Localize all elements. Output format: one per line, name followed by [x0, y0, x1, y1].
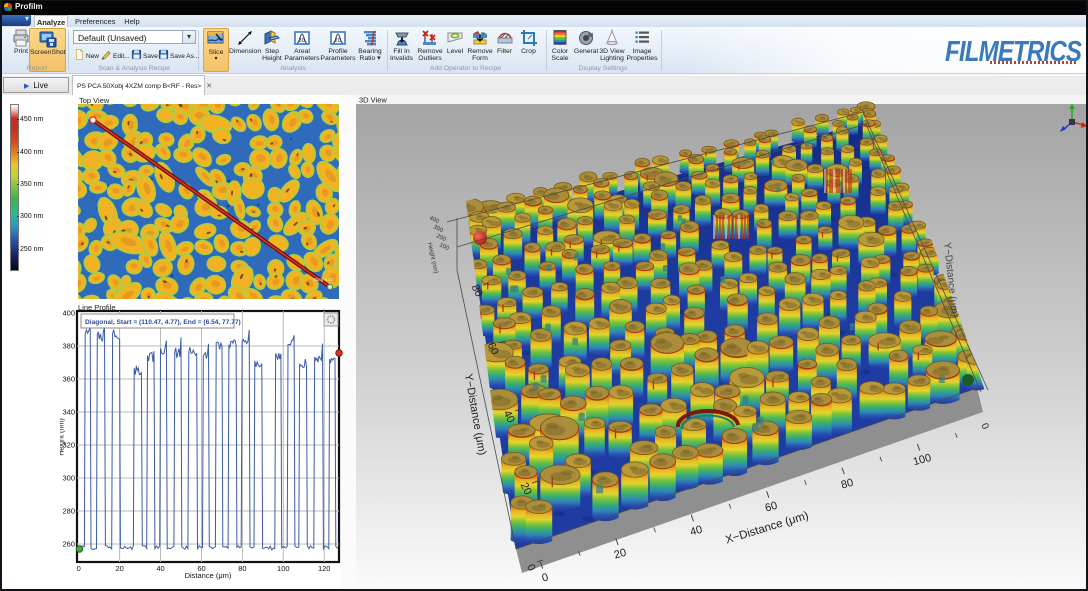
svg-text:100: 100 — [277, 564, 290, 573]
svg-text:3D: 3D — [299, 38, 306, 44]
svg-text:280: 280 — [62, 507, 75, 516]
svg-text:Diagonal, Start = (110.47, 4.7: Diagonal, Start = (110.47, 4.77), End = … — [85, 319, 241, 326]
svg-text:3D View: 3D View — [359, 96, 387, 105]
svg-text:340: 340 — [62, 408, 75, 417]
svg-text:120: 120 — [318, 564, 331, 573]
svg-text:2D: 2D — [335, 38, 342, 44]
svg-text:Diag 0.32: Diag 0.32 — [314, 277, 334, 282]
svg-text:300: 300 — [62, 474, 75, 483]
svg-text:40: 40 — [156, 564, 164, 573]
svg-text:0: 0 — [77, 564, 81, 573]
svg-text:360: 360 — [62, 375, 75, 384]
svg-text:Distance (μm): Distance (μm) — [185, 571, 232, 580]
svg-text:80: 80 — [238, 564, 246, 573]
svg-text:380: 380 — [62, 342, 75, 351]
svg-text:Height (nm): Height (nm) — [60, 418, 66, 456]
svg-text:260: 260 — [62, 540, 75, 549]
svg-text:20: 20 — [115, 564, 123, 573]
svg-text:400: 400 — [62, 309, 75, 318]
